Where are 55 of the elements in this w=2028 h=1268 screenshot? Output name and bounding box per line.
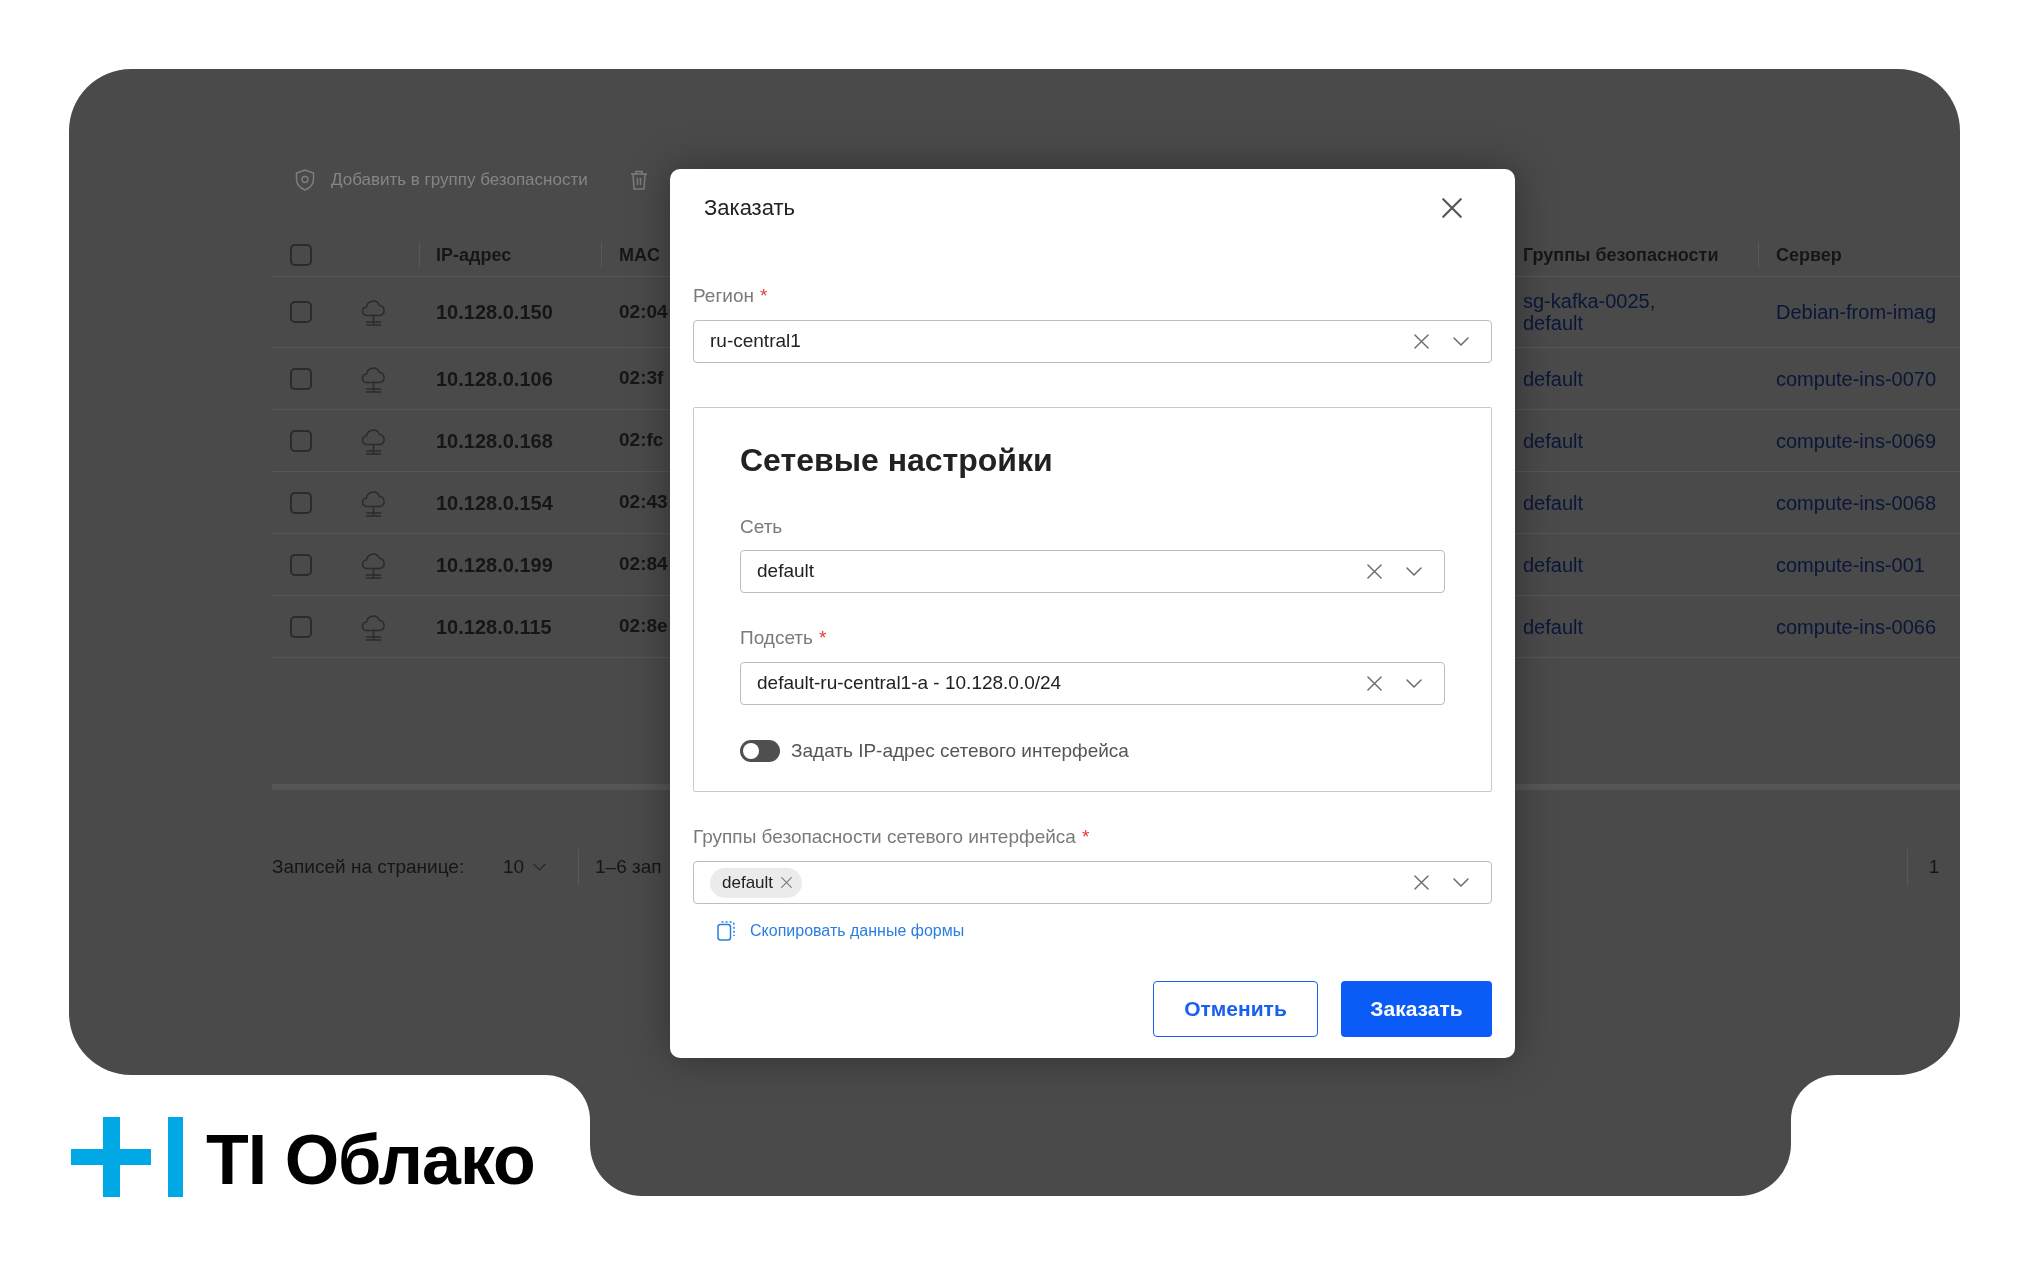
chevron-down-icon[interactable] (1453, 878, 1469, 887)
cloud-network-icon (360, 364, 387, 393)
server-link[interactable]: compute-ins-0070 (1776, 367, 1937, 390)
security-group-link[interactable]: default (1523, 491, 1584, 514)
close-icon[interactable] (1442, 198, 1462, 218)
security-group-link[interactable]: sg-kafka-0025, default (1523, 290, 1683, 334)
field-label: Подсеть * (740, 626, 828, 650)
checkbox[interactable] (290, 244, 312, 266)
checkbox[interactable] (290, 367, 312, 390)
network-select[interactable]: default (740, 550, 1445, 593)
security-group-link[interactable]: default (1523, 367, 1584, 390)
dialog-title: Заказать (704, 194, 795, 222)
section-heading: Сетевые настройки (740, 441, 1054, 480)
server-link[interactable]: compute-ins-0068 (1776, 491, 1937, 514)
subnet-select[interactable]: default-ru-central1-a - 10.128.0.0/24 (740, 662, 1445, 705)
cloud-network-icon (360, 612, 387, 641)
field-label: Регион * (693, 284, 769, 308)
region-select[interactable]: ru-central1 (693, 320, 1492, 363)
cloud-network-icon (360, 426, 387, 455)
cloud-network-icon (360, 550, 387, 579)
security-group-link[interactable]: default (1523, 615, 1584, 638)
logo-icon (71, 1117, 183, 1197)
field-label: Сеть (740, 515, 784, 539)
chevron-down-icon[interactable] (1453, 337, 1469, 346)
copy-form-data-link[interactable]: Скопировать данные формы (717, 920, 965, 942)
security-group-link[interactable]: default (1523, 429, 1584, 452)
x-icon[interactable] (1367, 564, 1382, 579)
server-link[interactable]: compute-ins-001 (1776, 553, 1925, 576)
checkbox[interactable] (290, 491, 312, 514)
tag-chip[interactable]: default (710, 867, 803, 898)
cloud-network-icon (360, 298, 387, 326)
cloud-network-icon (360, 488, 387, 517)
field-label: Группы безопасности сетевого интерфейса * (693, 825, 1091, 849)
toggle-switch[interactable] (740, 740, 780, 762)
cancel-button[interactable]: Отменить (1153, 981, 1318, 1037)
x-icon[interactable] (1414, 334, 1429, 349)
x-icon[interactable] (781, 877, 793, 888)
checkbox[interactable] (290, 615, 312, 638)
chevron-down-icon[interactable] (1406, 567, 1422, 576)
logo-text: TI Облако (206, 1125, 535, 1195)
order-button[interactable]: Заказать (1341, 981, 1492, 1037)
security-group-link[interactable]: default (1523, 553, 1584, 576)
chevron-down-icon[interactable] (1406, 679, 1422, 688)
checkbox[interactable] (290, 553, 312, 576)
copy-icon (717, 921, 735, 941)
server-link[interactable]: Debian-from-imag (1776, 301, 1937, 323)
toggle-label: Задать IP-адрес сетевого интерфейса (791, 738, 1129, 763)
x-icon[interactable] (1367, 676, 1382, 691)
x-icon[interactable] (1414, 875, 1429, 890)
server-link[interactable]: compute-ins-0066 (1776, 615, 1937, 638)
shield-icon (295, 169, 315, 191)
checkbox[interactable] (290, 429, 312, 452)
server-link[interactable]: compute-ins-0069 (1776, 429, 1937, 452)
checkbox[interactable] (290, 301, 312, 323)
security-groups-select[interactable]: default (693, 861, 1492, 904)
